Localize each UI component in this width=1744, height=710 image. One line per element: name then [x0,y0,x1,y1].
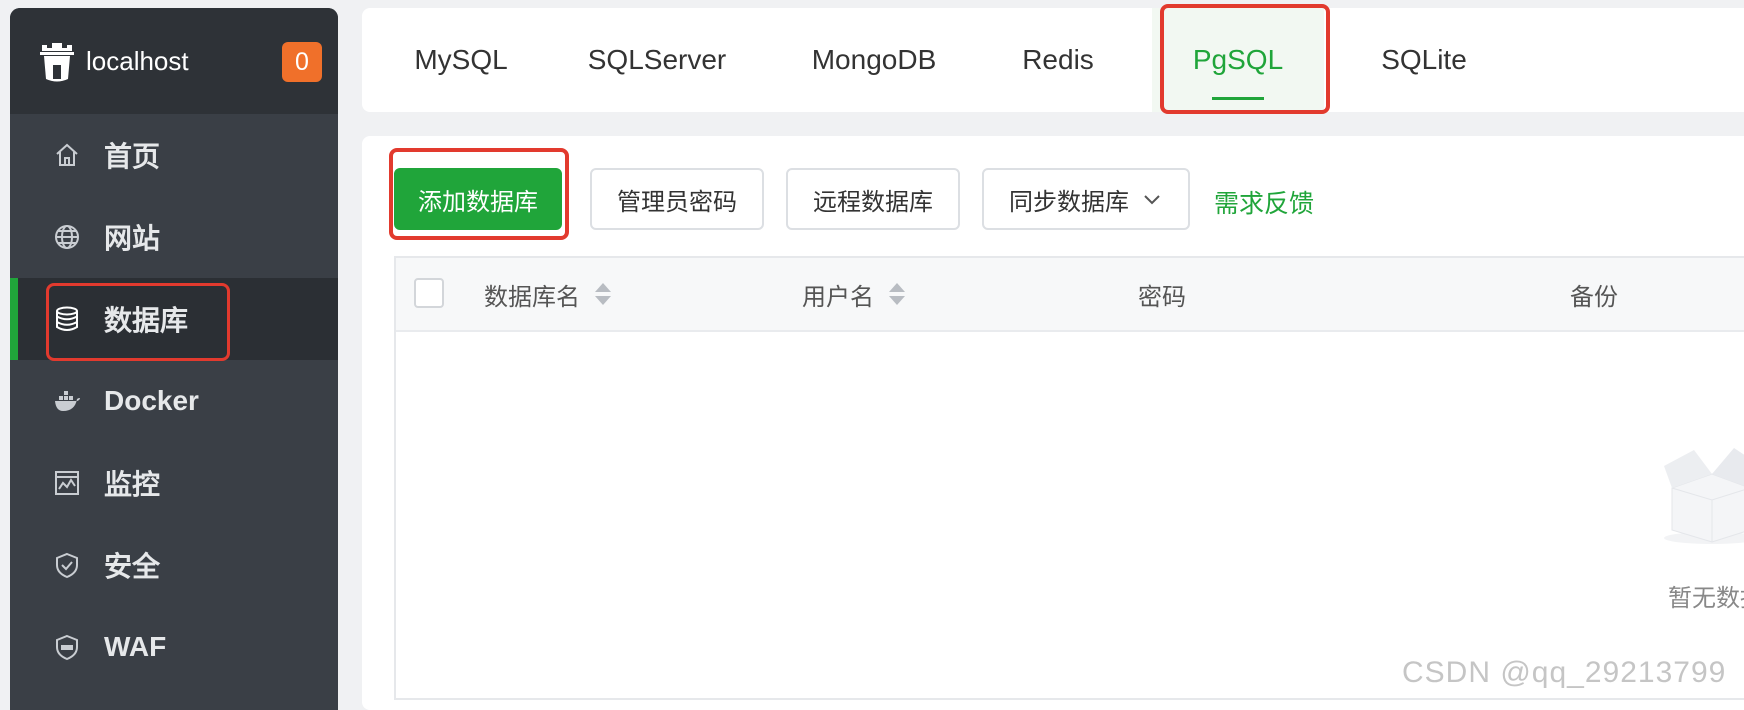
sort-icon [595,283,611,305]
tab-label: MySQL [414,44,508,75]
chevron-down-icon [1144,195,1160,205]
sidebar-item-docker[interactable]: Docker [10,360,338,442]
sidebar-item-waf[interactable]: WAF [10,606,338,688]
column-label: 用户名 [802,283,874,311]
sidebar-item-database[interactable]: 数据库 [10,278,338,360]
sidebar-item-website[interactable]: 网站 [10,196,338,278]
sidebar: localhost 0 首页 网站 数据库 Docker 监控 安全 WAF [10,8,338,710]
database-icon [52,304,82,334]
tab-label: Redis [1022,44,1094,75]
sidebar-item-label: 网站 [104,223,161,254]
feedback-link[interactable]: 需求反馈 [1214,184,1314,220]
column-label: 数据库名 [484,283,580,311]
monitor-icon [52,468,82,498]
tab-label: SQLite [1381,44,1467,75]
add-database-button[interactable]: 添加数据库 [394,168,562,230]
database-panel: 添加数据库 管理员密码 远程数据库 同步数据库 需求反馈 数据库名 用户名 密码… [362,136,1744,710]
home-icon [52,140,82,170]
sidebar-item-label: WAF [104,631,167,662]
column-backup: 备份 [1570,258,1618,330]
table-header: 数据库名 用户名 密码 备份 [396,258,1744,332]
remote-database-button[interactable]: 远程数据库 [786,168,960,230]
sidebar-item-label: 安全 [104,551,161,582]
tab-label: MongoDB [811,44,937,75]
globe-icon [52,222,82,252]
shield-icon [52,550,82,580]
column-username[interactable]: 用户名 [802,258,906,330]
column-password: 密码 [1138,258,1186,330]
castle-logo-icon [40,43,74,82]
column-label: 密码 [1138,283,1186,311]
sidebar-item-label: 数据库 [104,305,189,336]
empty-box-icon [1664,448,1744,544]
tab-sqlserver[interactable]: SQLServer [576,8,738,112]
tab-mongodb[interactable]: MongoDB [792,8,956,112]
sidebar-item-label: 首页 [104,141,161,172]
sort-icon [889,283,905,305]
column-db-name[interactable]: 数据库名 [484,258,612,330]
sidebar-item-label: Docker [104,385,199,416]
waf-shield-icon [52,632,82,662]
sidebar-brand: localhost 0 [10,8,338,114]
sidebar-item-security[interactable]: 安全 [10,524,338,606]
admin-password-button[interactable]: 管理员密码 [590,168,764,230]
db-type-tabs: MySQL SQLServer MongoDB Redis PgSQL SQLi… [362,8,1744,112]
watermark: CSDN @qq_29213799 [1402,656,1727,689]
column-label: 备份 [1570,283,1618,311]
select-all-checkbox[interactable] [414,278,444,308]
sidebar-item-monitor[interactable]: 监控 [10,442,338,524]
database-table: 数据库名 用户名 密码 备份 暂无数据 [394,256,1744,700]
sync-database-dropdown[interactable]: 同步数据库 [982,168,1190,230]
empty-state-text: 暂无数据 [1668,585,1744,612]
sidebar-nav: 首页 网站 数据库 Docker 监控 安全 WAF [10,114,338,688]
sidebar-item-home[interactable]: 首页 [10,114,338,196]
tab-label: SQLServer [587,44,727,75]
sync-database-label: 同步数据库 [1009,188,1129,216]
tab-label: PgSQL [1192,44,1284,75]
tab-sqlite[interactable]: SQLite [1364,8,1484,112]
tab-mysql[interactable]: MySQL [398,8,524,112]
brand-name: localhost [86,45,189,76]
tab-redis[interactable]: Redis [1012,8,1104,112]
tab-pgsql[interactable]: PgSQL [1152,8,1324,112]
docker-icon [52,386,82,416]
notification-badge[interactable]: 0 [282,42,322,82]
sidebar-item-label: 监控 [104,469,161,500]
